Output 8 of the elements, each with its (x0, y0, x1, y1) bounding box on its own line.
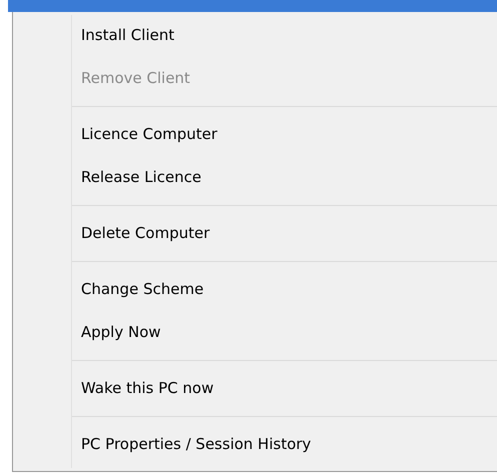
menu-item[interactable]: Delete Computer (72, 212, 497, 255)
menu-item[interactable]: Install Client (72, 14, 497, 57)
menu-item[interactable]: Release Licence (72, 156, 497, 199)
menu-item[interactable]: Apply Now (72, 311, 497, 354)
menu-item[interactable]: Wake this PC now (72, 367, 497, 410)
menu-item[interactable]: Licence Computer (72, 113, 497, 156)
menu-item[interactable]: Change Scheme (72, 268, 497, 311)
menu-item[interactable]: PC Properties / Session History (72, 423, 497, 466)
